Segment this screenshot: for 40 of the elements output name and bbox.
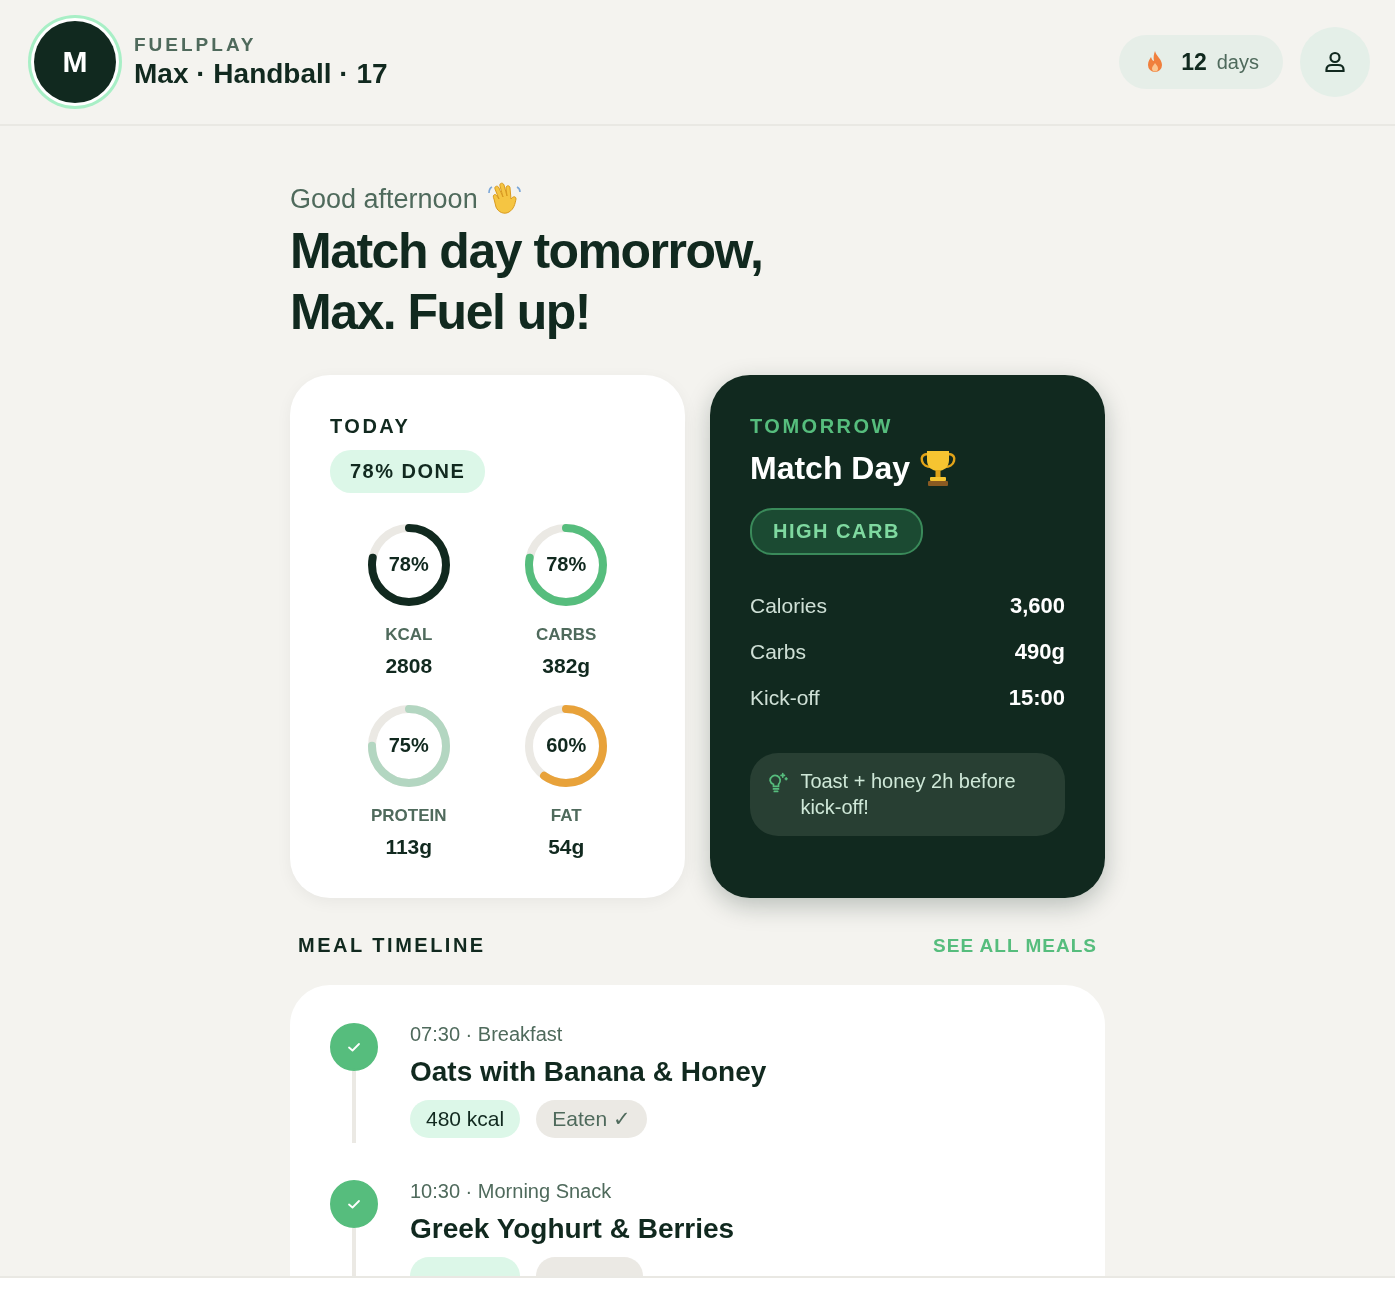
meal-name: Greek Yoghurt & Berries bbox=[410, 1213, 735, 1245]
macro-label: CARBS bbox=[536, 625, 597, 645]
person-icon bbox=[1322, 49, 1348, 75]
stat-value: 3,600 bbox=[1009, 593, 1065, 619]
meal-name: Oats with Banana & Honey bbox=[410, 1056, 767, 1088]
stat-label: Carbs bbox=[750, 640, 807, 664]
kcal-tag: 480 kcal bbox=[410, 1100, 521, 1138]
ring-percent: 78% bbox=[545, 553, 588, 576]
macro-value: 2808 bbox=[385, 654, 433, 678]
greeting: Good afternoon bbox=[290, 183, 478, 215]
status-tag: Eaten ✓ bbox=[536, 1100, 647, 1138]
headline: Match day tomorrow, Max. Fuel up! bbox=[290, 222, 764, 342]
profile-name: Max · Handball · 17 bbox=[134, 58, 388, 90]
ring-percent: 75% bbox=[387, 734, 430, 757]
meal-time: 07:30 · Breakfast bbox=[410, 1023, 563, 1046]
macro-value: 54g bbox=[548, 835, 585, 859]
streak-pill: 12 days bbox=[1119, 35, 1283, 89]
see-all-link[interactable]: SEE ALL MEALS bbox=[933, 934, 1097, 957]
ring-percent: 78% bbox=[387, 553, 430, 576]
stat-label: Calories bbox=[750, 594, 828, 618]
macro-label: PROTEIN bbox=[370, 806, 447, 826]
brand-name: FUELPLAY bbox=[134, 34, 258, 56]
ring-percent: 60% bbox=[545, 734, 588, 757]
stat-value: 15:00 bbox=[1008, 685, 1065, 711]
match-title: Match Day bbox=[750, 449, 911, 487]
stat-value: 490g bbox=[1014, 639, 1065, 665]
waving-hand-icon bbox=[485, 181, 522, 217]
progress-badge: 78% DONE bbox=[330, 450, 486, 493]
macro-label: KCAL bbox=[385, 625, 433, 645]
macro-value: 113g bbox=[385, 835, 433, 859]
macro-value: 382g bbox=[542, 654, 591, 678]
meal-time: 10:30 · Morning Snack bbox=[410, 1180, 612, 1203]
diet-tag: HIGH CARB bbox=[750, 508, 923, 555]
trophy-icon bbox=[918, 448, 959, 488]
tomorrow-label: TOMORROW bbox=[750, 415, 893, 438]
today-label: TODAY bbox=[330, 415, 411, 438]
macro-label: FAT bbox=[550, 806, 582, 826]
stat-label: Kick-off bbox=[750, 686, 820, 710]
tip-text: Toast + honey 2h before kick-off! bbox=[800, 769, 1017, 820]
section-title: MEAL TIMELINE bbox=[298, 934, 486, 957]
